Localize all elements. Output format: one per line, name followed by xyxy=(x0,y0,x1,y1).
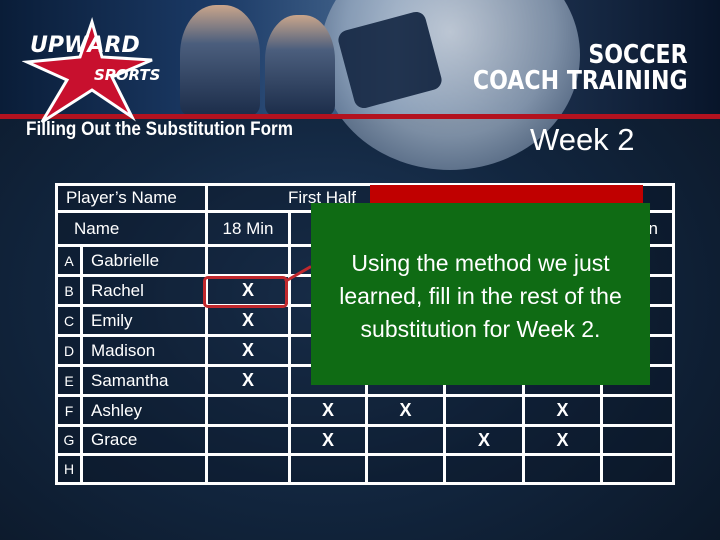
svg-text:SPORTS: SPORTS xyxy=(94,66,160,84)
sub-cell[interactable] xyxy=(288,453,368,485)
brand-line-1: SOCCER xyxy=(588,40,688,70)
player-name: Grace xyxy=(80,424,208,456)
sub-cell[interactable]: X xyxy=(205,334,291,367)
sub-cell[interactable] xyxy=(365,424,446,456)
sub-cell[interactable] xyxy=(522,453,603,485)
sub-cell[interactable] xyxy=(205,453,291,485)
header-period: 18 Min xyxy=(205,210,291,247)
sub-cell[interactable]: X xyxy=(205,364,291,397)
sub-cell[interactable] xyxy=(443,453,525,485)
upward-sports-logo: UPWARD SPORTS xyxy=(22,16,160,124)
row-letter: A xyxy=(55,244,83,277)
slide-subtitle: Filling Out the Substitution Form xyxy=(26,119,293,140)
player-photo xyxy=(180,5,260,115)
row-letter: F xyxy=(55,394,83,427)
slide: UPWARD SPORTS SOCCER COACH TRAINING Fill… xyxy=(0,0,720,540)
sub-cell[interactable]: X xyxy=(205,304,291,337)
header-name: Name xyxy=(55,210,208,247)
week-label: Week 2 xyxy=(530,122,635,157)
header-players-name: Player’s Name xyxy=(55,183,208,213)
player-name: Rachel xyxy=(80,274,208,307)
row-letter: H xyxy=(55,453,83,485)
sub-cell[interactable] xyxy=(205,244,291,277)
sub-cell[interactable]: X xyxy=(288,424,368,456)
player-name: Emily xyxy=(80,304,208,337)
player-name xyxy=(80,453,208,485)
row-letter: G xyxy=(55,424,83,456)
sub-cell[interactable] xyxy=(205,424,291,456)
sub-cell[interactable]: X xyxy=(522,394,603,427)
player-name: Madison xyxy=(80,334,208,367)
row-letter: D xyxy=(55,334,83,367)
player-name: Gabrielle xyxy=(80,244,208,277)
brand-title: SOCCER COACH TRAINING xyxy=(473,42,688,94)
brand-line-2: COACH TRAINING xyxy=(473,66,688,96)
sub-cell[interactable]: X xyxy=(443,424,525,456)
sub-cell[interactable] xyxy=(600,394,675,427)
player-photo xyxy=(265,15,335,115)
svg-text:UPWARD: UPWARD xyxy=(30,33,140,58)
player-name: Samantha xyxy=(80,364,208,397)
sub-cell[interactable]: X xyxy=(288,394,368,427)
player-name: Ashley xyxy=(80,394,208,427)
row-letter: C xyxy=(55,304,83,337)
sub-cell[interactable]: X xyxy=(365,394,446,427)
sub-cell[interactable] xyxy=(443,394,525,427)
sub-cell[interactable]: X xyxy=(522,424,603,456)
row-letter: B xyxy=(55,274,83,307)
sub-cell[interactable] xyxy=(205,394,291,427)
callout-box: Using the method we just learned, fill i… xyxy=(311,203,650,385)
sub-cell[interactable] xyxy=(600,424,675,456)
highlight-box xyxy=(203,276,288,308)
row-letter: E xyxy=(55,364,83,397)
sub-cell[interactable] xyxy=(600,453,675,485)
sub-cell[interactable] xyxy=(365,453,446,485)
